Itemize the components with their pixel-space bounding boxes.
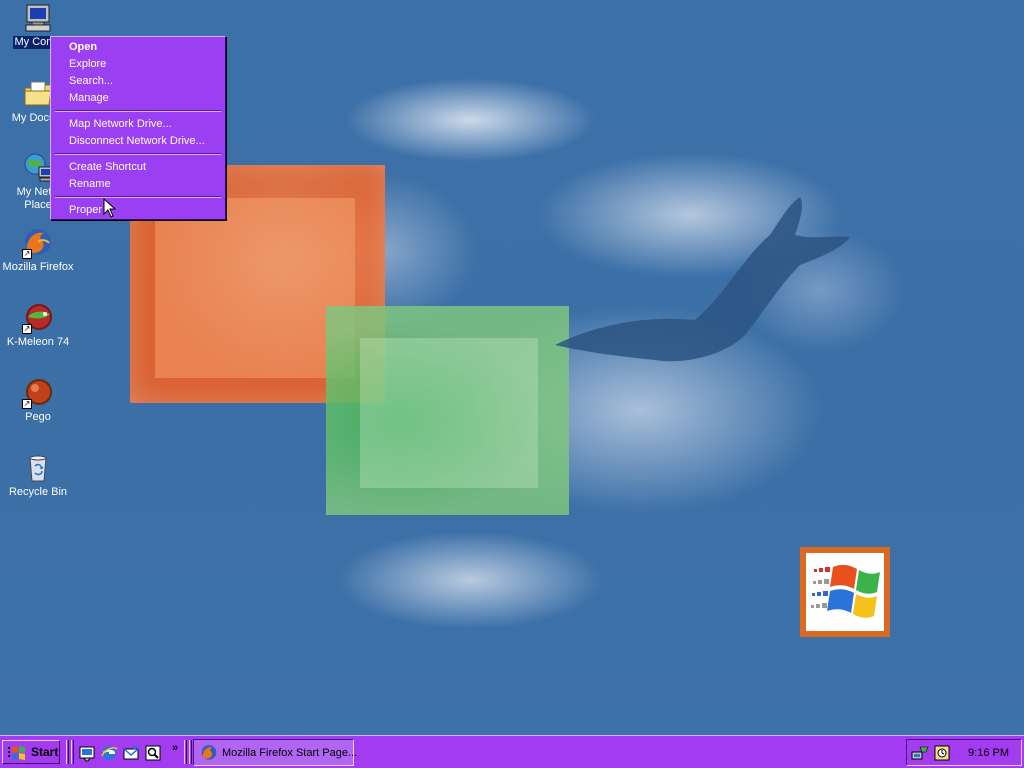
system-tray: 9:16 PM	[906, 739, 1022, 766]
quick-launch-chevron-icon[interactable]: »	[172, 742, 178, 754]
show-desktop-icon[interactable]	[78, 744, 96, 762]
scheduler-tray-icon[interactable]	[933, 744, 951, 762]
desktop-icon-kmeleon[interactable]: ↗ K-Meleon 74	[0, 302, 76, 349]
desktop-icon-firefox[interactable]: ↗ Mozilla Firefox	[0, 227, 76, 274]
context-menu: Open Explore Search... Manage Map Networ…	[50, 36, 226, 220]
clock[interactable]: 9:16 PM	[968, 747, 1009, 759]
menu-separator	[55, 153, 221, 155]
wallpaper-green-highlight	[360, 338, 538, 488]
mouse-pointer-icon	[103, 198, 117, 218]
shortcut-arrow-icon: ↗	[22, 249, 32, 259]
icon-label: K-Meleon 74	[6, 336, 70, 348]
task-label: Mozilla Firefox Start Page...	[222, 747, 358, 759]
menu-item-map-network-drive[interactable]: Map Network Drive...	[53, 116, 223, 133]
menu-item-manage[interactable]: Manage	[53, 90, 223, 107]
windows-logo	[800, 547, 890, 637]
wallpaper-diver-silhouette	[555, 197, 850, 362]
shortcut-arrow-icon: ↗	[22, 324, 32, 334]
toolbar-grip[interactable]	[66, 740, 69, 764]
menu-item-create-shortcut[interactable]: Create Shortcut	[53, 159, 223, 176]
menu-separator	[55, 196, 221, 198]
pego-icon: ↗	[22, 377, 54, 409]
my-computer-icon	[22, 2, 54, 34]
menu-item-open[interactable]: Open	[53, 39, 223, 56]
desktop-icon-pego[interactable]: ↗ Pego	[0, 377, 76, 424]
icon-label: Mozilla Firefox	[2, 261, 74, 273]
kmeleon-icon: ↗	[22, 302, 54, 334]
icon-label: Recycle Bin	[8, 486, 68, 498]
toolbar-grip[interactable]	[71, 740, 74, 764]
menu-item-explore[interactable]: Explore	[53, 56, 223, 73]
menu-item-disconnect-network-drive[interactable]: Disconnect Network Drive...	[53, 133, 223, 150]
desktop-icon-recycle-bin[interactable]: Recycle Bin	[0, 452, 76, 499]
taskbar-button-firefox[interactable]: Mozilla Firefox Start Page...	[193, 739, 358, 766]
menu-separator	[55, 110, 221, 112]
recycle-bin-icon	[22, 452, 54, 484]
taskbar: Start » Mozilla Firefox Start Page... 9:…	[0, 735, 1024, 768]
start-button[interactable]: Start	[2, 740, 60, 764]
toolbar-grip[interactable]	[184, 740, 187, 764]
windows-flag-icon	[8, 746, 25, 760]
icon-label: Pego	[25, 411, 51, 423]
search-icon[interactable]	[144, 744, 162, 762]
menu-item-rename[interactable]: Rename	[53, 176, 223, 193]
network-tray-icon[interactable]	[911, 744, 929, 762]
menu-item-search[interactable]: Search...	[53, 73, 223, 90]
firefox-icon: ↗	[22, 227, 54, 259]
menu-item-properties[interactable]: Proper	[53, 202, 223, 219]
toolbar-grip[interactable]	[189, 740, 192, 764]
shortcut-arrow-icon: ↗	[22, 399, 32, 409]
internet-explorer-icon[interactable]	[100, 744, 118, 762]
outlook-express-icon[interactable]	[122, 744, 140, 762]
start-label: Start	[31, 745, 59, 759]
firefox-icon	[201, 745, 217, 760]
wallpaper-orange-highlight	[155, 198, 355, 378]
